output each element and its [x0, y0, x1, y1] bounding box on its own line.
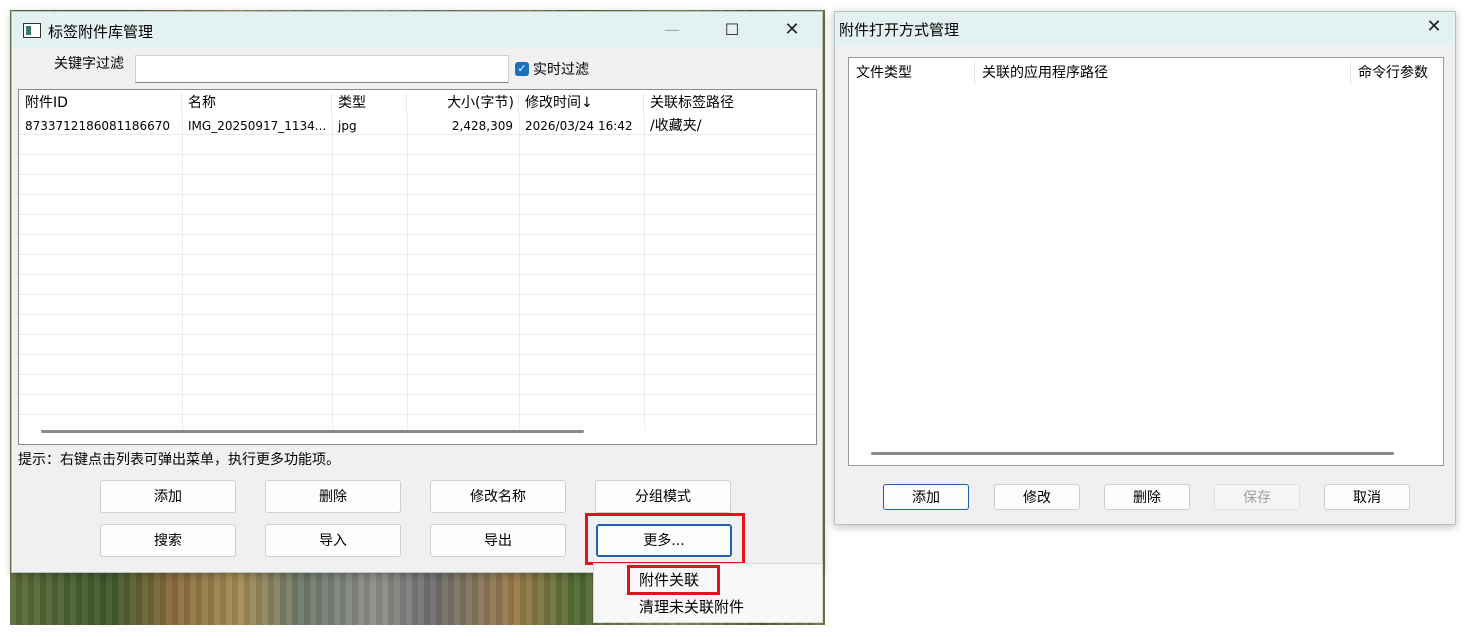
grid-line [19, 274, 816, 275]
delete-button[interactable]: 删除 [265, 480, 401, 513]
cell-name: IMG_20250917_1134... [188, 119, 327, 133]
column-header[interactable]: 修改时间↓ [519, 92, 644, 114]
grid-line [19, 394, 816, 395]
grid-line [19, 414, 816, 415]
filter-label: 关键字过滤 [54, 56, 124, 72]
save-button: 保存 [1214, 484, 1300, 510]
minimize-icon[interactable]: — [649, 12, 695, 48]
title-bar[interactable]: 附件打开方式管理 ✕ [835, 12, 1455, 46]
grid-line [19, 134, 816, 135]
highlight-box [585, 513, 745, 565]
grid-line [182, 114, 183, 430]
add-button[interactable]: 添加 [100, 480, 236, 513]
cell-size: 2,428,309 [451, 119, 513, 133]
attachment-table[interactable]: 附件ID 名称 类型 大小(字节) 修改时间↓ 关联标签路径 873371218… [18, 89, 817, 445]
search-button[interactable]: 搜索 [100, 524, 236, 557]
cell-type: jpg [338, 119, 357, 133]
grid-line [19, 314, 816, 315]
cancel-button[interactable]: 取消 [1324, 484, 1410, 510]
close-icon[interactable]: ✕ [769, 12, 815, 48]
grid-line [19, 254, 816, 255]
grid-line [19, 174, 816, 175]
grid-line [519, 114, 520, 430]
column-header[interactable]: 文件类型 [849, 62, 975, 84]
attachment-library-window: 标签附件库管理 — ☐ ✕ 关键字过滤 ✓ 实时过滤 附件ID 名称 类型 大小… [11, 11, 823, 573]
modify-button[interactable]: 修改 [994, 484, 1080, 510]
window-title: 附件打开方式管理 [839, 21, 960, 39]
maximize-icon[interactable]: ☐ [709, 12, 755, 48]
grid-line [407, 114, 408, 430]
add-button[interactable]: 添加 [883, 484, 969, 510]
realtime-filter-label: 实时过滤 [533, 62, 589, 78]
column-header[interactable]: 关联的应用程序路径 [975, 62, 1351, 84]
column-header[interactable]: 关联标签路径 [644, 92, 816, 114]
grid-line [19, 194, 816, 195]
grid-line [19, 214, 816, 215]
delete-button[interactable]: 删除 [1104, 484, 1190, 510]
grid-line [19, 234, 816, 235]
grid-line [19, 154, 816, 155]
association-table[interactable]: 文件类型 关联的应用程序路径 命令行参数 [848, 57, 1444, 466]
column-header[interactable]: 名称 [182, 92, 332, 114]
app-icon [23, 23, 41, 38]
grid-line [19, 354, 816, 355]
group-mode-button[interactable]: 分组模式 [595, 480, 731, 513]
grid-line [19, 294, 816, 295]
export-button[interactable]: 导出 [430, 524, 566, 557]
close-icon[interactable]: ✕ [1411, 12, 1457, 46]
cell-tag-path: /收藏夹/ [650, 118, 702, 134]
highlight-box [627, 565, 720, 595]
hint-text: 提示：右键点击列表可弹出菜单，执行更多功能项。 [18, 452, 340, 468]
attachment-open-method-window: 附件打开方式管理 ✕ 文件类型 关联的应用程序路径 命令行参数 添加 修改 删除… [834, 11, 1456, 525]
filter-input[interactable] [135, 55, 509, 83]
cell-modified: 2026/03/24 16:42 [525, 119, 633, 133]
column-header[interactable]: 大小(字节) [407, 92, 519, 114]
cell-id: 8733712186081186670 [25, 119, 171, 133]
column-header[interactable]: 命令行参数 [1351, 62, 1443, 84]
title-bar[interactable]: 标签附件库管理 — ☐ ✕ [12, 12, 822, 48]
horizontal-scrollbar[interactable] [41, 430, 584, 433]
grid-line [644, 114, 645, 430]
menu-item-clean-unlinked[interactable]: 清理未关联附件 [639, 596, 744, 617]
window-title: 标签附件库管理 [48, 23, 154, 41]
column-header[interactable]: 类型 [332, 92, 407, 114]
grid-line [19, 334, 816, 335]
grid-line [19, 374, 816, 375]
column-header[interactable]: 附件ID [19, 92, 182, 114]
import-button[interactable]: 导入 [265, 524, 401, 557]
rename-button[interactable]: 修改名称 [430, 480, 566, 513]
horizontal-scrollbar[interactable] [871, 452, 1394, 455]
realtime-filter-checkbox[interactable]: ✓ [515, 62, 529, 76]
grid-line [332, 114, 333, 430]
